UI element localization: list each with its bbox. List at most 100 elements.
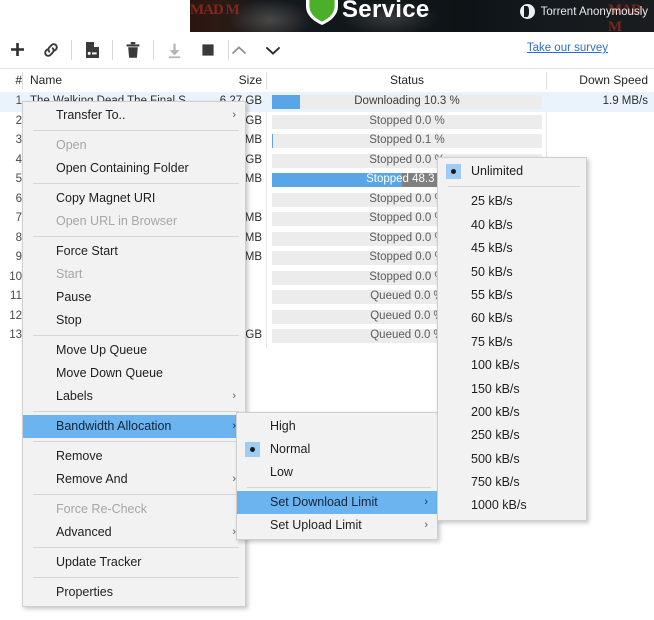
stop-torrent-button[interactable] bbox=[191, 32, 225, 68]
bandwidth-submenu-item-1[interactable]: Normal bbox=[237, 438, 437, 461]
torrent-anonymously-cta[interactable]: Torrent Anonymously bbox=[519, 4, 648, 19]
set-download-limit-submenu[interactable]: Unlimited 25 kB/s 40 kB/s 45 kB/s 50 kB/s 55 … bbox=[437, 157, 587, 521]
menu-separator bbox=[33, 335, 239, 336]
column-header-down-speed[interactable]: Down Speed bbox=[548, 69, 648, 92]
context-menu-item-9[interactable]: Move Up Queue bbox=[23, 339, 245, 362]
menu-separator bbox=[33, 236, 239, 237]
anonymity-circle-icon bbox=[519, 4, 535, 19]
menu-item-label: Properties bbox=[56, 585, 113, 599]
menu-separator bbox=[33, 577, 239, 578]
menu-item-label: Open URL in Browser bbox=[56, 214, 178, 228]
menu-item-label: 50 kB/s bbox=[471, 264, 513, 279]
menu-item-label: Open bbox=[56, 138, 87, 152]
promo-banner[interactable]: MAD M MAD M Service Torrent Anonymously bbox=[0, 0, 654, 32]
menu-item-label: Stop bbox=[56, 313, 82, 327]
column-divider-2[interactable] bbox=[266, 72, 267, 89]
bandwidth-submenu-item-2[interactable]: Low bbox=[237, 461, 437, 484]
menu-item-label: 60 kB/s bbox=[471, 311, 513, 326]
row-down-speed: 1.9 MB/s bbox=[602, 95, 648, 107]
menu-item-label: Set Upload Limit bbox=[270, 518, 362, 532]
menu-item-label: Transfer To.. bbox=[56, 108, 126, 122]
bandwidth-submenu-item-0[interactable]: High bbox=[237, 415, 437, 438]
menu-item-label: Set Download Limit bbox=[270, 495, 378, 509]
download-limit-submenu-item-6[interactable]: 60 kB/s bbox=[438, 307, 586, 330]
download-limit-submenu-item-2[interactable]: 40 kB/s bbox=[438, 214, 586, 237]
context-menu-item-11[interactable]: Labels › bbox=[23, 385, 245, 408]
row-index: 1 bbox=[15, 95, 22, 107]
menu-item-label: 750 kB/s bbox=[471, 475, 520, 490]
context-menu-item-12[interactable]: Bandwidth Allocation › bbox=[23, 415, 245, 438]
toolbar-divider-3 bbox=[153, 40, 154, 60]
context-menu-item-5[interactable]: Force Start bbox=[23, 240, 245, 263]
start-torrent-button[interactable] bbox=[157, 32, 191, 68]
menu-item-label: 250 kB/s bbox=[471, 428, 520, 443]
menu-item-label: 40 kB/s bbox=[471, 217, 513, 232]
chevron-right-icon: › bbox=[232, 109, 236, 121]
bandwidth-allocation-submenu[interactable]: High Normal Low Set Download Limit › Set Uplo… bbox=[236, 412, 438, 540]
row-status: Downloading 10.3 % bbox=[354, 95, 460, 107]
menu-item-label: Pause bbox=[56, 290, 92, 304]
menu-item-label: Start bbox=[56, 267, 83, 281]
context-menu-item-18[interactable]: Properties bbox=[23, 581, 245, 604]
context-menu-item-1: Open bbox=[23, 134, 245, 157]
chevron-right-icon: › bbox=[232, 390, 236, 402]
download-limit-submenu-item-11[interactable]: 250 kB/s bbox=[438, 424, 586, 447]
context-menu-item-16[interactable]: Advanced › bbox=[23, 521, 245, 544]
download-limit-submenu-item-13[interactable]: 750 kB/s bbox=[438, 471, 586, 494]
download-limit-submenu-item-7[interactable]: 75 kB/s bbox=[438, 331, 586, 354]
download-limit-submenu-item-8[interactable]: 100 kB/s bbox=[438, 354, 586, 377]
download-limit-submenu-item-14[interactable]: 1000 kB/s bbox=[438, 494, 586, 517]
column-divider-1[interactable] bbox=[22, 72, 23, 89]
column-header-status[interactable]: Status bbox=[272, 69, 542, 92]
context-menu-item-10[interactable]: Move Down Queue bbox=[23, 362, 245, 385]
menu-separator bbox=[33, 130, 239, 131]
remove-torrent-button[interactable] bbox=[116, 32, 150, 68]
context-menu-item-4: Open URL in Browser bbox=[23, 210, 245, 233]
create-torrent-button[interactable] bbox=[75, 32, 109, 68]
context-menu-item-13[interactable]: Remove bbox=[23, 445, 245, 468]
column-header-name[interactable]: Name bbox=[30, 69, 62, 92]
context-menu-item-2[interactable]: Open Containing Folder bbox=[23, 157, 245, 180]
bandwidth-submenu-item-4[interactable]: Set Upload Limit › bbox=[237, 514, 437, 537]
download-limit-submenu-item-5[interactable]: 55 kB/s bbox=[438, 284, 586, 307]
add-torrent-button[interactable] bbox=[0, 32, 34, 68]
column-header-size[interactable]: Size bbox=[200, 69, 262, 92]
toolbar: Take our survey bbox=[0, 32, 654, 69]
download-limit-submenu-item-3[interactable]: 45 kB/s bbox=[438, 237, 586, 260]
move-down-button[interactable] bbox=[256, 32, 290, 68]
row-index: 10 bbox=[9, 270, 22, 283]
download-limit-submenu-item-4[interactable]: 50 kB/s bbox=[438, 261, 586, 284]
context-menu-item-7[interactable]: Pause bbox=[23, 286, 245, 309]
menu-item-label: High bbox=[270, 419, 296, 433]
download-limit-submenu-item-12[interactable]: 500 kB/s bbox=[438, 448, 586, 471]
toolbar-divider-1 bbox=[71, 40, 72, 60]
context-menu-item-0[interactable]: Transfer To.. › bbox=[23, 104, 245, 127]
add-torrent-from-url-button[interactable] bbox=[34, 32, 68, 68]
menu-item-label: Move Down Queue bbox=[56, 366, 164, 380]
torrent-context-menu[interactable]: Transfer To.. › Open Open Containing Folder… bbox=[22, 101, 246, 607]
menu-item-label: Normal bbox=[270, 442, 311, 456]
menu-item-label: 500 kB/s bbox=[471, 451, 520, 466]
row-index: 11 bbox=[10, 290, 22, 302]
download-limit-submenu-item-0[interactable]: Unlimited bbox=[438, 160, 586, 183]
download-limit-submenu-item-1[interactable]: 25 kB/s bbox=[438, 190, 586, 213]
move-up-button[interactable] bbox=[222, 32, 256, 68]
context-menu-item-14[interactable]: Remove And › bbox=[23, 468, 245, 491]
column-header-index[interactable]: # bbox=[0, 69, 22, 92]
context-menu-item-8[interactable]: Stop bbox=[23, 309, 245, 332]
context-menu-item-3[interactable]: Copy Magnet URI bbox=[23, 187, 245, 210]
context-menu-item-17[interactable]: Update Tracker bbox=[23, 551, 245, 574]
download-limit-submenu-item-10[interactable]: 200 kB/s bbox=[438, 401, 586, 424]
promo-banner-ad[interactable]: MAD M MAD M Service Torrent Anonymously bbox=[190, 0, 654, 32]
toolbar-divider-2 bbox=[112, 40, 113, 60]
menu-item-label: 150 kB/s bbox=[471, 381, 520, 396]
menu-item-label: Remove bbox=[56, 449, 103, 463]
menu-item-label: Copy Magnet URI bbox=[56, 191, 156, 205]
menu-item-label: Force Start bbox=[56, 244, 118, 258]
bandwidth-submenu-item-3[interactable]: Set Download Limit › bbox=[237, 491, 437, 514]
take-our-survey-link[interactable]: Take our survey bbox=[527, 42, 608, 54]
promo-banner-title: Service bbox=[342, 0, 430, 23]
download-limit-submenu-item-9[interactable]: 150 kB/s bbox=[438, 378, 586, 401]
column-divider-3[interactable] bbox=[546, 72, 547, 89]
menu-item-label: Unlimited bbox=[471, 164, 524, 178]
